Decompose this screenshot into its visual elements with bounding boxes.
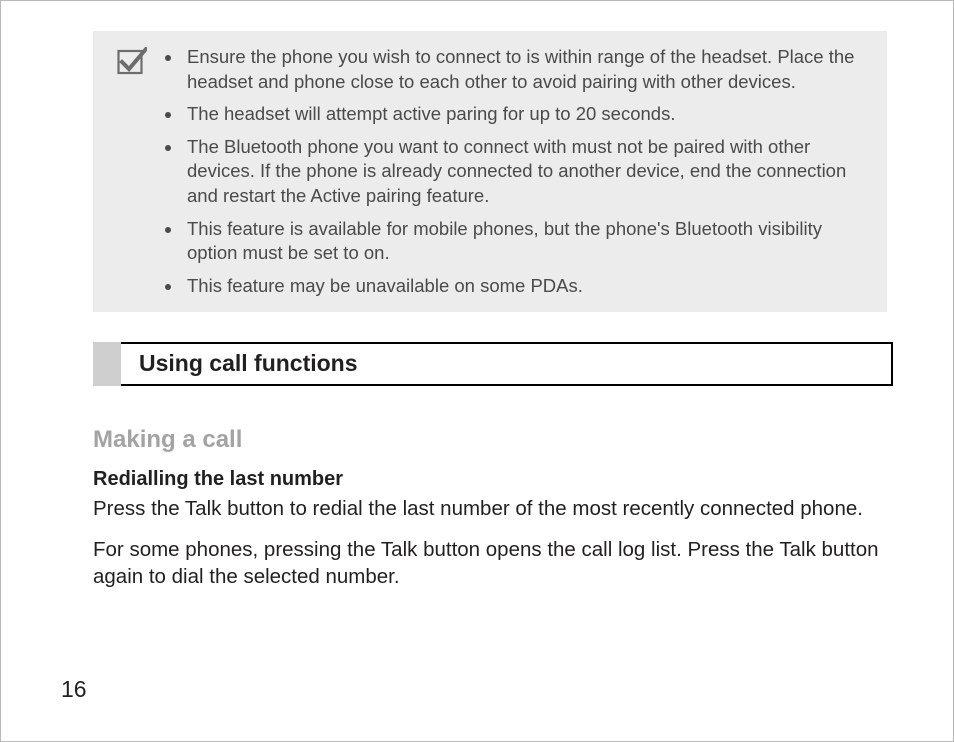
note-item: Ensure the phone you wish to connect to … (183, 45, 863, 94)
section-header: Using call functions (93, 342, 893, 386)
paragraph: Press the Talk button to redial the last… (93, 495, 883, 522)
note-item: The Bluetooth phone you want to connect … (183, 135, 863, 209)
subsection-heading: Making a call (93, 426, 893, 454)
note-box: Ensure the phone you wish to connect to … (93, 31, 887, 312)
note-item: The headset will attempt active paring f… (183, 102, 863, 127)
note-list: Ensure the phone you wish to connect to … (165, 45, 863, 298)
note-item: This feature may be unavailable on some … (183, 274, 863, 299)
page-number: 16 (61, 676, 87, 703)
minor-heading: Redialling the last number (93, 468, 893, 491)
paragraph: For some phones, pressing the Talk butto… (93, 536, 883, 590)
section-tab (93, 342, 121, 386)
section-title: Using call functions (121, 342, 893, 386)
note-item: This feature is available for mobile pho… (183, 217, 863, 266)
checkmark-icon (117, 47, 147, 75)
page: Ensure the phone you wish to connect to … (0, 0, 954, 742)
